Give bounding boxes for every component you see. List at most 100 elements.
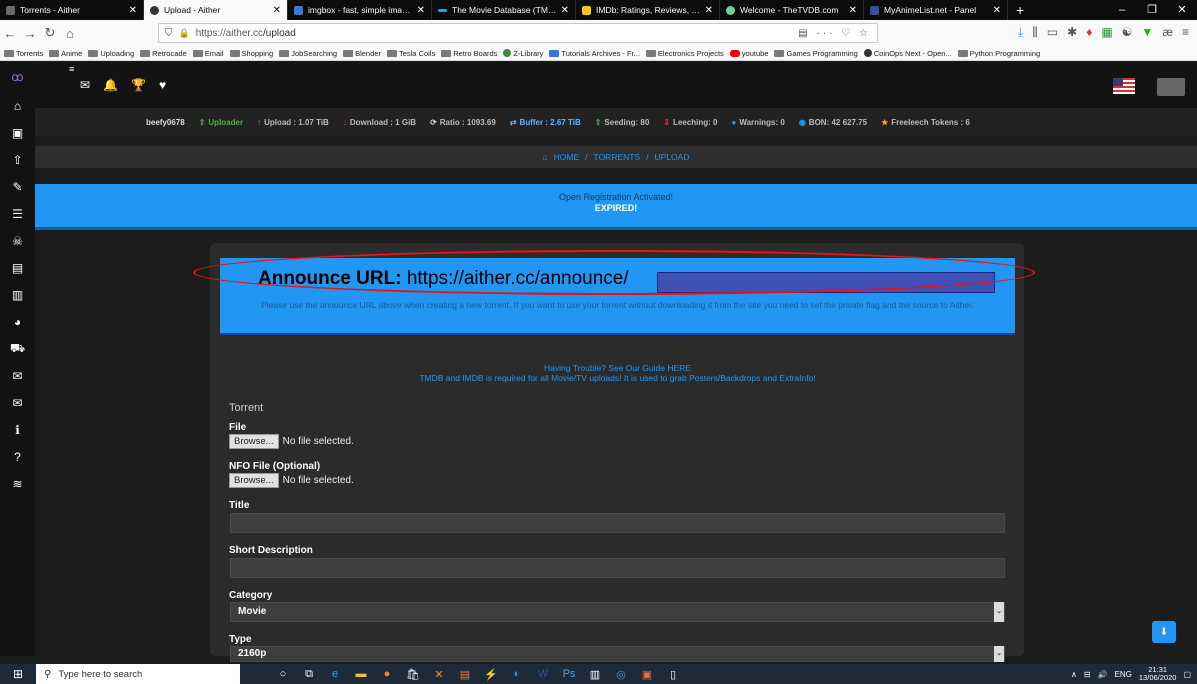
file-explorer-icon[interactable]: ▬ (348, 668, 374, 681)
bookmark-item[interactable]: Blender (343, 49, 381, 58)
bookmark-item[interactable]: Retro Boards (441, 49, 497, 58)
bookmark-item[interactable]: Tutorials Archives - Fr... (549, 49, 640, 58)
volume-icon[interactable]: 🔊 (1098, 670, 1108, 679)
trophy-icon[interactable]: 🏆 (131, 78, 146, 92)
close-icon[interactable]: ✕ (129, 5, 137, 16)
clock[interactable]: 21:31 13/06/2020 (1139, 666, 1177, 682)
bookmark-item[interactable]: Shopping (229, 49, 273, 58)
forward-icon[interactable]: → (20, 26, 40, 41)
lock-icon[interactable]: 🔒 (179, 28, 190, 39)
bookmark-item[interactable]: Uploading (88, 49, 134, 58)
browser-tab[interactable]: MyAnimeList.net - Panel ✕ (864, 0, 1008, 20)
app-icon[interactable]: ✕ (426, 668, 452, 681)
list-icon[interactable]: ☰ (0, 200, 35, 227)
app-icon[interactable]: ▯ (660, 668, 686, 681)
browser-tab[interactable]: IMDb: Ratings, Reviews, and W ✕ (576, 0, 720, 20)
extension-icon[interactable]: ♦ (1086, 25, 1092, 40)
user-rank[interactable]: ⇧ Uploader (199, 118, 243, 127)
new-tab-button[interactable]: + (1008, 0, 1032, 20)
extension-icon[interactable]: ☯ (1122, 25, 1133, 40)
heart-icon[interactable]: ♥ (159, 78, 166, 92)
seeding-stat[interactable]: ⇧ Seeding: 80 (595, 118, 650, 127)
url-bar[interactable]: ⛉ 🔒 https://aither.cc/upload ▤ ··· ♡ ☆ (158, 23, 878, 43)
hamburger-icon[interactable]: ≡ (69, 64, 74, 74)
avatar[interactable] (1157, 78, 1185, 96)
chat-icon[interactable]: ✉ (0, 362, 35, 389)
bookmark-item[interactable]: Tesla Coils (386, 49, 435, 58)
app-icon[interactable]: ▣ (634, 668, 660, 681)
menu-icon[interactable]: ≡ (1182, 25, 1189, 40)
word-icon[interactable]: W (530, 668, 556, 681)
maximize-button[interactable]: ❐ (1137, 0, 1167, 20)
breadcrumb-home[interactable]: HOME (554, 152, 580, 162)
stats-icon[interactable]: ▥ (0, 281, 35, 308)
app-icon[interactable]: ◐ (504, 668, 530, 681)
file-browse-button[interactable]: Browse... (229, 434, 279, 449)
photoshop-icon[interactable]: Ps (556, 668, 582, 681)
breadcrumb-torrents[interactable]: TORRENTS (594, 152, 641, 162)
playlist-icon[interactable]: ▤ (0, 254, 35, 281)
qbittorrent-icon[interactable]: ◎ (608, 668, 634, 681)
back-icon[interactable]: ← (0, 26, 20, 41)
home-icon[interactable]: ⌂ (0, 92, 35, 119)
home-icon[interactable]: ⌂ (543, 152, 548, 162)
bookmark-item[interactable]: Email (192, 49, 224, 58)
shield-icon[interactable]: ⛉ (165, 28, 173, 39)
app-icon[interactable]: ▤ (452, 668, 478, 681)
help-icon[interactable]: ? (0, 443, 35, 470)
us-flag-icon[interactable] (1113, 78, 1135, 94)
page-actions-icon[interactable]: ▤ ··· ♡ ☆ (798, 28, 871, 39)
bookmark-item[interactable]: CoinOps Next - Open... (863, 49, 952, 58)
close-icon[interactable]: ✕ (273, 5, 281, 16)
breadcrumb-upload[interactable]: UPLOAD (655, 152, 690, 162)
network-icon[interactable]: ⊟ (1084, 670, 1091, 679)
bookmark-item[interactable]: Torrents (4, 49, 43, 58)
bookmark-item[interactable]: Z-Library (503, 49, 543, 58)
close-icon[interactable]: ✕ (993, 5, 1001, 16)
sidebar-icon[interactable]: ▭ (1047, 25, 1058, 40)
type-select[interactable]: 2160p ⌄ (230, 646, 1005, 662)
category-select[interactable]: Movie ⌄ (230, 602, 1005, 622)
chevron-up-icon[interactable]: ∧ (1071, 670, 1077, 679)
browser-tab[interactable]: Torrents - Aither ✕ (0, 0, 144, 20)
requests-icon[interactable]: ✎ (0, 173, 35, 200)
close-icon[interactable]: ✕ (705, 5, 713, 16)
scroll-down-button[interactable]: ⬇ (1152, 621, 1176, 643)
title-input[interactable] (230, 513, 1005, 533)
bookmark-item[interactable]: youtube (729, 49, 768, 58)
bookmark-item[interactable]: Python Programming (957, 49, 1040, 58)
bookmark-item[interactable]: Anime (49, 49, 82, 58)
extension-icon[interactable]: æ (1162, 25, 1173, 40)
reload-icon[interactable]: ↻ (40, 25, 60, 41)
browser-tab[interactable]: imgbox - fast, simple image ho ✕ (288, 0, 432, 20)
mail-icon[interactable]: ✉ (0, 389, 35, 416)
downloads-icon[interactable]: ⤓ (1018, 25, 1023, 40)
taskbar-search[interactable]: ⚲ Type here to search (36, 664, 240, 684)
extension-icon[interactable]: ▦ (1101, 25, 1112, 40)
short-description-input[interactable] (230, 558, 1005, 578)
mail-icon[interactable]: ✉ (80, 78, 90, 92)
browser-tab[interactable]: The Movie Database (TMDb) ✕ (432, 0, 576, 20)
close-icon[interactable]: ✕ (561, 5, 569, 16)
browser-tab-active[interactable]: Upload - Aither ✕ (144, 0, 288, 20)
close-icon[interactable]: ✕ (417, 5, 425, 16)
freeleech-stat[interactable]: ★ Freeleech Tokens : 6 (881, 118, 970, 127)
bookmark-item[interactable]: Electronics Projects (645, 49, 724, 58)
leeching-stat[interactable]: ⇩ Leeching: 0 (663, 118, 717, 127)
cortana-icon[interactable]: ○ (270, 668, 296, 681)
nfo-browse-button[interactable]: Browse... (229, 473, 279, 488)
task-view-icon[interactable]: ⧉ (296, 668, 322, 681)
extension-icon[interactable]: ✱ (1067, 25, 1077, 40)
bookmark-item[interactable]: Retrocade (140, 49, 187, 58)
browser-tab[interactable]: Welcome - TheTVDB.com ✕ (720, 0, 864, 20)
store-icon[interactable]: 🛍 (400, 668, 426, 681)
username[interactable]: beefy0678 (146, 118, 185, 127)
bookmark-item[interactable]: Games Programming (774, 49, 858, 58)
warnings-stat[interactable]: ● Warnings: 0 (731, 118, 784, 127)
rss-icon[interactable]: ≋ (0, 470, 35, 497)
bon-stat[interactable]: ◉ BON: 42 627.75 (799, 118, 867, 127)
close-icon[interactable]: ✕ (849, 5, 857, 16)
info-icon[interactable]: ℹ (0, 416, 35, 443)
extension-icon[interactable]: ▼ (1141, 25, 1153, 40)
close-window-button[interactable]: ✕ (1167, 0, 1197, 20)
